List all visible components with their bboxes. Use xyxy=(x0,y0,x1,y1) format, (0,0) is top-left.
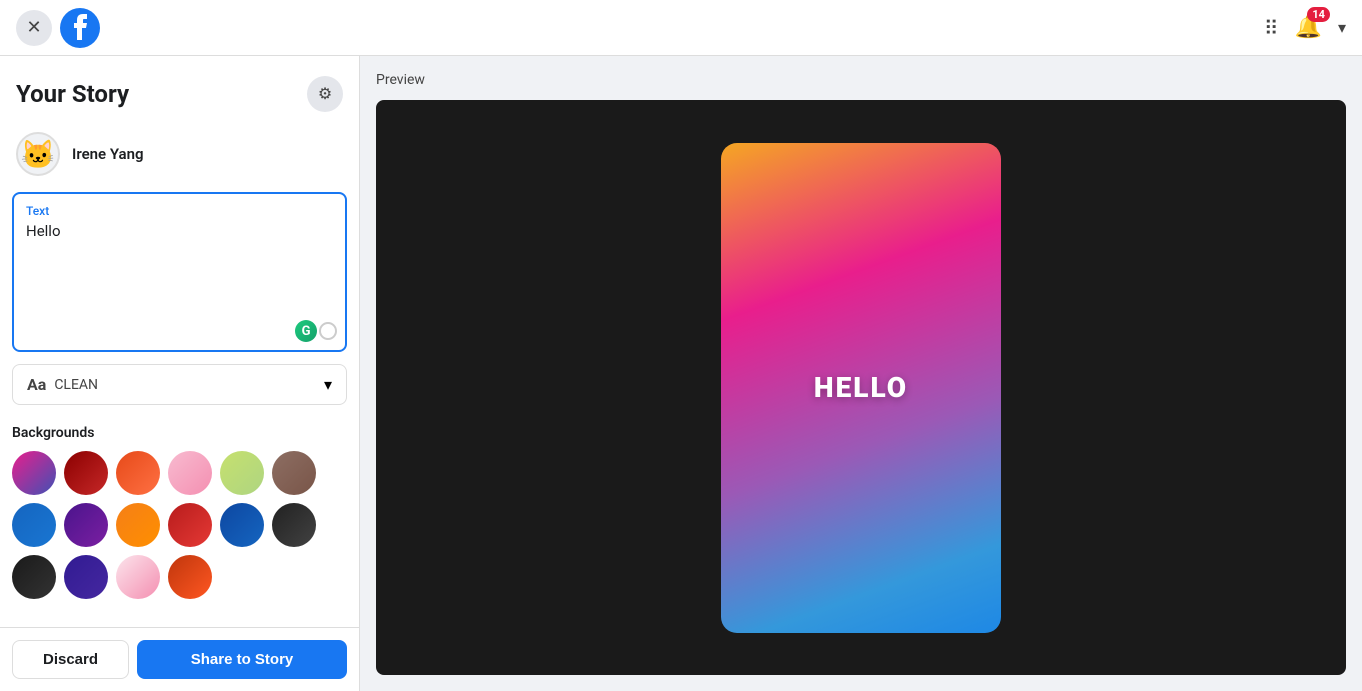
background-swatch-bg6[interactable] xyxy=(272,451,316,495)
grammarly-logo: G xyxy=(295,320,317,342)
font-aa-label: Aa xyxy=(27,375,46,394)
background-swatch-bg8[interactable] xyxy=(64,503,108,547)
discard-button[interactable]: Discard xyxy=(12,640,129,679)
gear-icon: ⚙ xyxy=(318,84,332,104)
page-title: Your Story xyxy=(16,80,129,108)
background-swatch-bg10[interactable] xyxy=(168,503,212,547)
background-swatches xyxy=(12,451,347,599)
topbar-left: ✕ xyxy=(16,8,100,48)
background-swatch-bg1[interactable] xyxy=(12,451,56,495)
preview-area: Preview HELLO xyxy=(360,56,1362,691)
avatar: 🐱 xyxy=(16,132,60,176)
background-swatch-bg11[interactable] xyxy=(220,503,264,547)
close-icon: ✕ xyxy=(26,17,41,38)
close-button[interactable]: ✕ xyxy=(16,10,52,46)
font-selector-chevron: ▾ xyxy=(324,375,332,394)
topbar-right: ⠿ 🔔 14 ▾ xyxy=(1264,15,1346,40)
font-selector-left: Aa CLEAN xyxy=(27,375,98,394)
background-swatch-bg7[interactable] xyxy=(12,503,56,547)
user-row: 🐱 Irene Yang xyxy=(0,124,359,192)
preview-label: Preview xyxy=(376,72,1346,88)
grammarly-indicator xyxy=(319,322,337,340)
backgrounds-label: Backgrounds xyxy=(12,425,347,441)
account-menu-chevron[interactable]: ▾ xyxy=(1338,18,1346,37)
sidebar-footer: Discard Share to Story xyxy=(0,627,359,691)
grid-icon[interactable]: ⠿ xyxy=(1264,16,1279,40)
font-selector[interactable]: Aa CLEAN ▾ xyxy=(12,364,347,405)
facebook-logo xyxy=(60,8,100,48)
background-swatch-bg2[interactable] xyxy=(64,451,108,495)
background-swatch-bg4[interactable] xyxy=(168,451,212,495)
background-swatch-bg14[interactable] xyxy=(64,555,108,599)
settings-button[interactable]: ⚙ xyxy=(307,76,343,112)
text-field-label: Text xyxy=(26,204,333,218)
text-field-value[interactable]: Hello xyxy=(26,222,333,240)
notification-badge: 14 xyxy=(1307,7,1330,22)
background-swatch-bg16[interactable] xyxy=(168,555,212,599)
avatar-image: 🐱 xyxy=(21,138,56,171)
sidebar-header: Your Story ⚙ xyxy=(0,56,359,124)
background-swatch-bg9[interactable] xyxy=(116,503,160,547)
text-input-area[interactable]: Text Hello G xyxy=(12,192,347,352)
font-name: CLEAN xyxy=(54,377,98,393)
backgrounds-section: Backgrounds xyxy=(0,417,359,611)
preview-canvas: HELLO xyxy=(376,100,1346,675)
share-to-story-button[interactable]: Share to Story xyxy=(137,640,347,679)
background-swatch-bg13[interactable] xyxy=(12,555,56,599)
notification-bell[interactable]: 🔔 14 xyxy=(1295,15,1322,40)
username: Irene Yang xyxy=(72,145,144,163)
sidebar: Your Story ⚙ 🐱 Irene Yang Text Hello G A… xyxy=(0,56,360,691)
background-swatch-bg3[interactable] xyxy=(116,451,160,495)
story-preview-text: HELLO xyxy=(814,371,908,404)
grammarly-widget: G xyxy=(295,320,337,342)
background-swatch-bg15[interactable] xyxy=(116,555,160,599)
background-swatch-bg12[interactable] xyxy=(272,503,316,547)
topbar: ✕ ⠿ 🔔 14 ▾ xyxy=(0,0,1362,56)
story-card: HELLO xyxy=(721,143,1001,633)
background-swatch-bg5[interactable] xyxy=(220,451,264,495)
main-layout: Your Story ⚙ 🐱 Irene Yang Text Hello G A… xyxy=(0,56,1362,691)
